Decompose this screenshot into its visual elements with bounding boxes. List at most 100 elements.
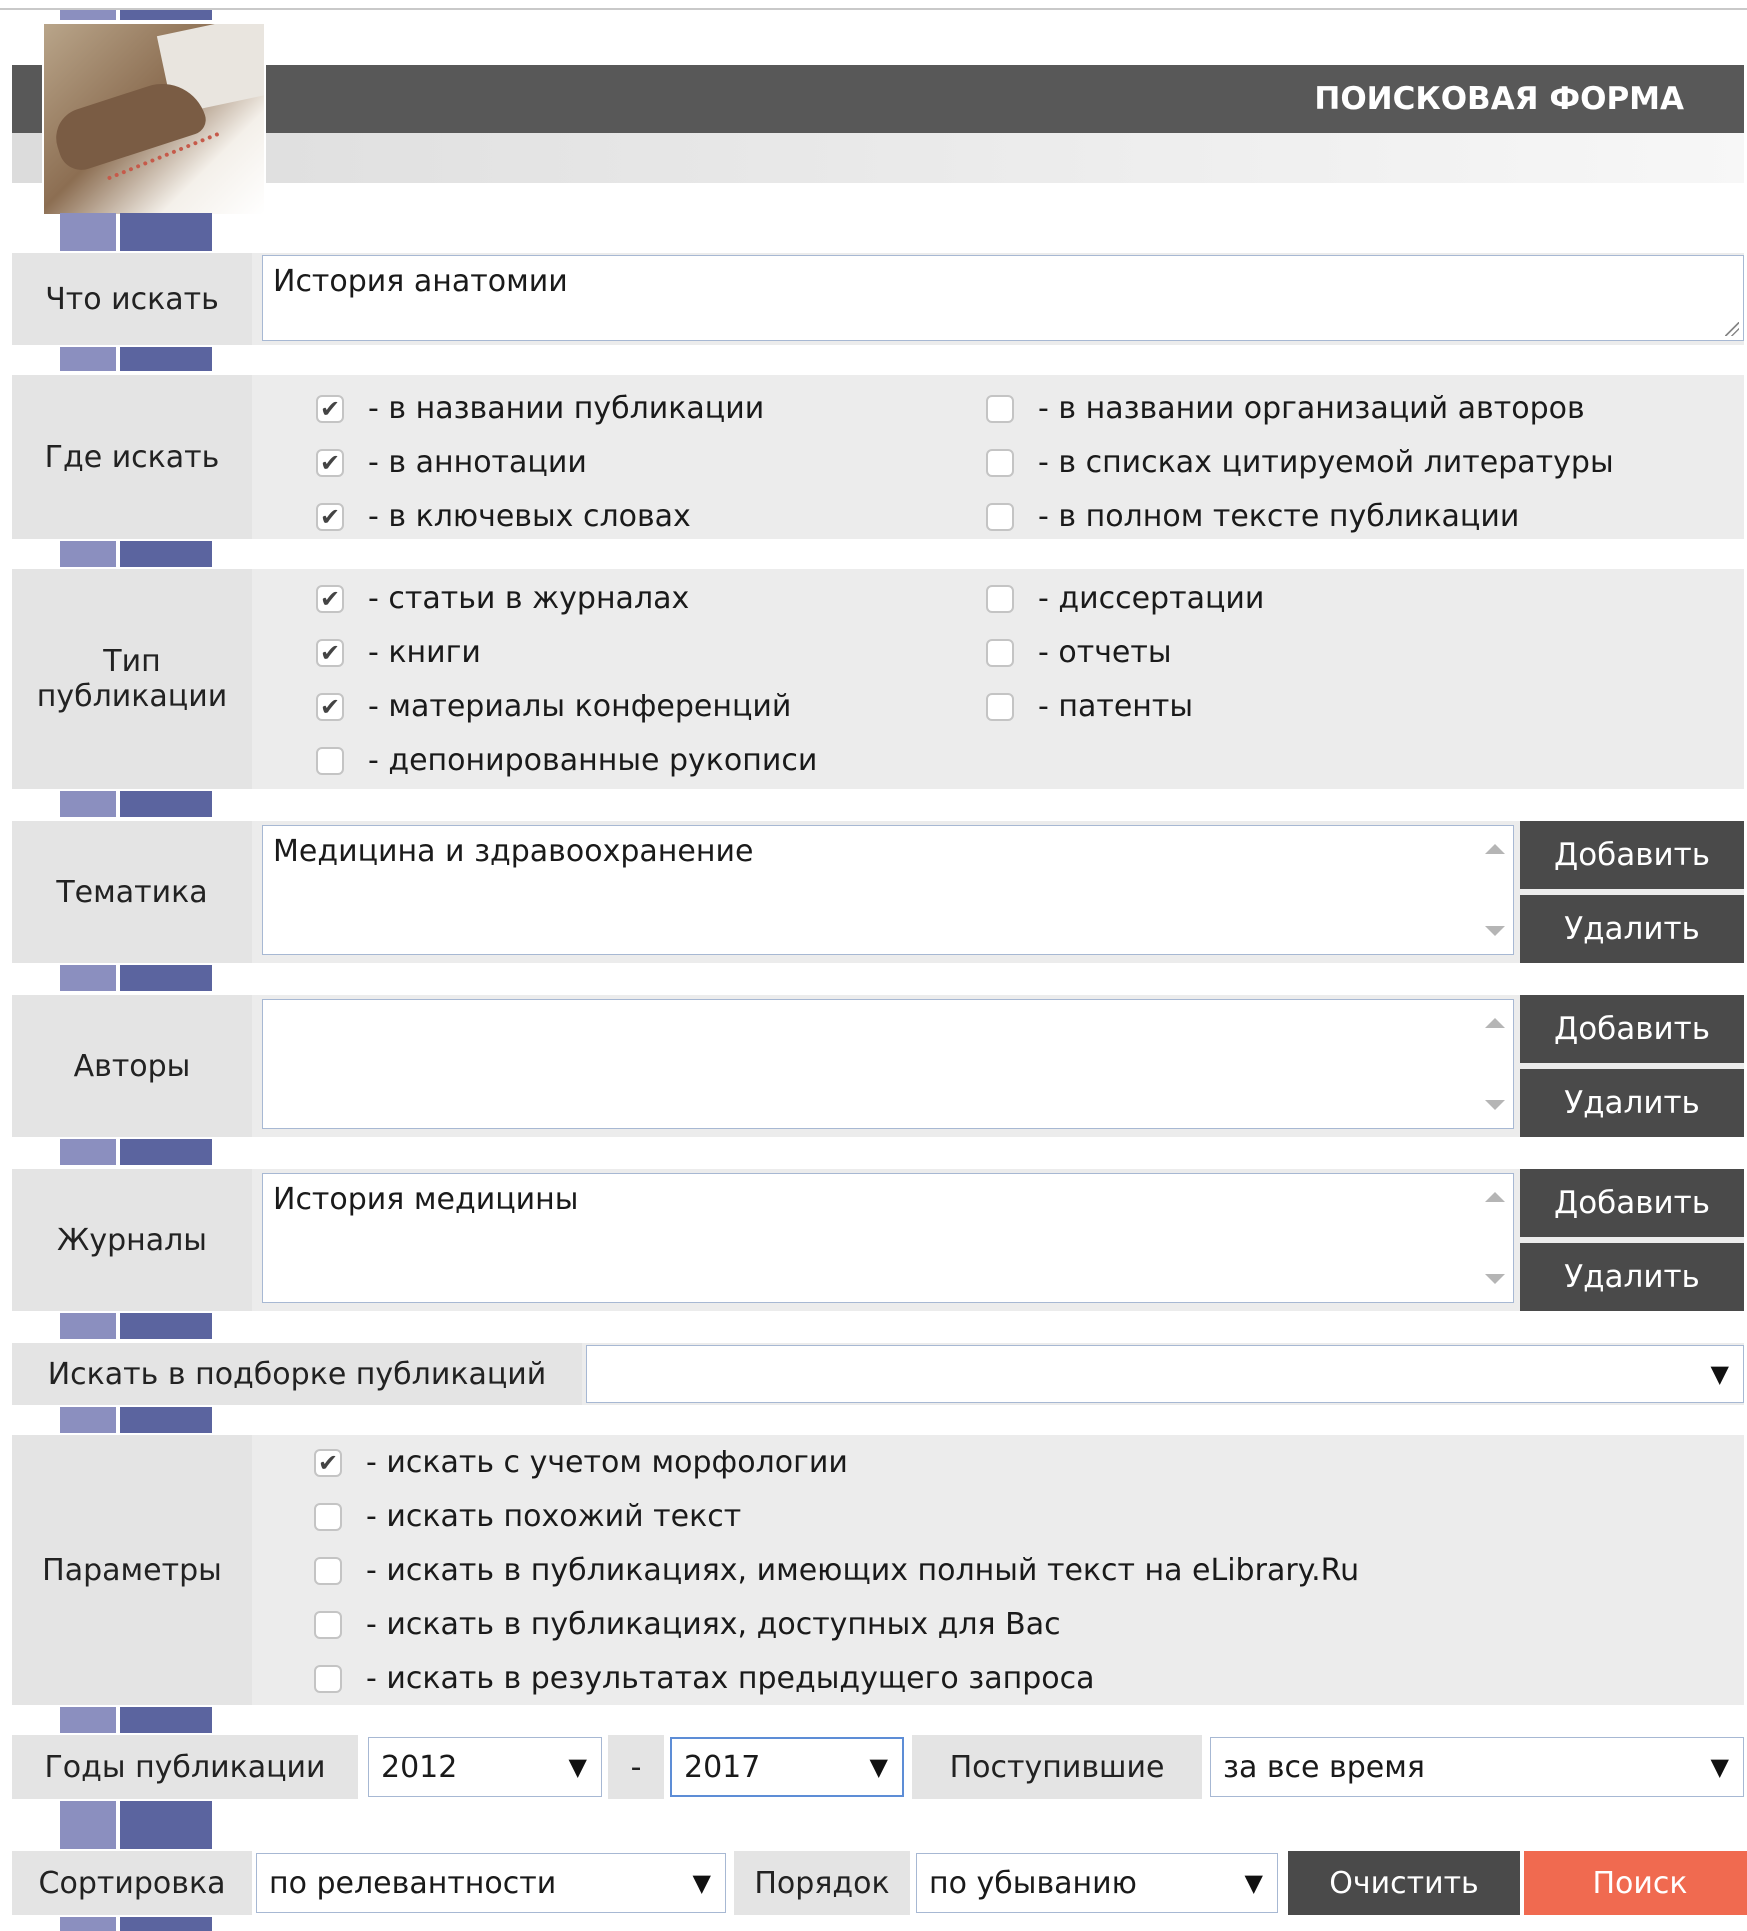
pubtype-label: Тип публикации — [12, 569, 252, 789]
topic-row: Тематика Медицина и здравоохранение Доба… — [12, 821, 1744, 963]
checkbox-unchecked-icon[interactable] — [314, 1556, 342, 1585]
checkbox-checked-icon[interactable]: ✔ — [314, 1448, 342, 1477]
scroll-up-icon[interactable] — [1485, 844, 1505, 854]
year-from-select[interactable]: 2012 ▼ — [368, 1737, 602, 1797]
spacer-decoration — [60, 791, 242, 817]
pubtype-option-books[interactable]: ✔ - книги — [316, 635, 481, 670]
checkbox-checked-icon[interactable]: ✔ — [316, 394, 344, 423]
checkbox-checked-icon[interactable]: ✔ — [316, 638, 344, 667]
query-value: История анатомии — [273, 264, 568, 299]
where-option-keywords[interactable]: ✔ - в ключевых словах — [316, 499, 691, 534]
top-border — [0, 8, 1747, 10]
checkbox-unchecked-icon[interactable] — [314, 1664, 342, 1693]
dropdown-arrow-icon: ▼ — [1710, 1753, 1729, 1781]
header-photo — [42, 22, 266, 216]
years-row: Годы публикации 2012 ▼ - 2017 ▼ Поступив… — [12, 1735, 1744, 1799]
topic-label: Тематика — [12, 821, 252, 963]
year-to-select[interactable]: 2017 ▼ — [670, 1737, 904, 1797]
checkbox-checked-icon[interactable]: ✔ — [316, 692, 344, 721]
checkbox-unchecked-icon[interactable] — [986, 584, 1014, 613]
spacer-decoration — [60, 1707, 242, 1733]
topic-add-button[interactable]: Добавить — [1520, 821, 1744, 889]
authors-row: Авторы Добавить Удалить — [12, 995, 1744, 1137]
query-input[interactable]: История анатомии — [262, 255, 1744, 341]
years-dash: - — [608, 1735, 664, 1799]
checkbox-unchecked-icon[interactable] — [986, 502, 1014, 531]
order-select[interactable]: по убыванию ▼ — [916, 1853, 1278, 1913]
query-row: Что искать История анатомии — [12, 253, 1744, 345]
authors-remove-button[interactable]: Удалить — [1520, 1069, 1744, 1137]
where-option-title[interactable]: ✔ - в названии публикации — [316, 391, 764, 426]
checkbox-checked-icon[interactable]: ✔ — [316, 448, 344, 477]
checkbox-unchecked-icon[interactable] — [986, 394, 1014, 423]
param-previous[interactable]: - искать в результатах предыдущего запро… — [314, 1661, 1094, 1696]
spacer-decoration — [60, 10, 242, 20]
spacer-decoration — [60, 541, 242, 567]
params-label: Параметры — [12, 1435, 252, 1705]
scroll-down-icon[interactable] — [1485, 1274, 1505, 1284]
pubtype-option-conferences[interactable]: ✔ - материалы конференций — [316, 689, 791, 724]
header-subbar — [12, 133, 1744, 183]
checkbox-unchecked-icon[interactable] — [986, 692, 1014, 721]
journals-add-button[interactable]: Добавить — [1520, 1169, 1744, 1237]
collection-select[interactable]: ▼ — [586, 1345, 1744, 1403]
journals-label: Журналы — [12, 1169, 252, 1311]
spacer-decoration — [60, 1801, 242, 1849]
params-row: Параметры ✔ - искать с учетом морфологии … — [12, 1435, 1744, 1705]
param-fulltext[interactable]: - искать в публикациях, имеющих полный т… — [314, 1553, 1359, 1588]
pubtype-option-dissertations[interactable]: - диссертации — [986, 581, 1264, 616]
pubtype-option-reports[interactable]: - отчеты — [986, 635, 1172, 670]
checkbox-checked-icon[interactable]: ✔ — [316, 584, 344, 613]
clear-button[interactable]: Очистить — [1288, 1851, 1520, 1915]
sorting-select[interactable]: по релевантности ▼ — [256, 1853, 726, 1913]
pubtype-option-patents[interactable]: - патенты — [986, 689, 1193, 724]
journals-remove-button[interactable]: Удалить — [1520, 1243, 1744, 1311]
received-select[interactable]: за все время ▼ — [1210, 1737, 1744, 1797]
sorting-row: Сортировка по релевантности ▼ Порядок по… — [12, 1851, 1747, 1915]
checkbox-unchecked-icon[interactable] — [986, 448, 1014, 477]
pubtype-row: Тип публикации ✔ - статьи в журналах ✔ - к… — [12, 569, 1744, 789]
header-bar: ПОИСКОВАЯ ФОРМА — [12, 65, 1744, 133]
where-option-fulltext[interactable]: - в полном тексте публикации — [986, 499, 1519, 534]
checkbox-unchecked-icon[interactable] — [314, 1502, 342, 1531]
authors-listbox[interactable] — [262, 999, 1514, 1129]
years-label: Годы публикации — [12, 1735, 358, 1799]
where-option-annotation[interactable]: ✔ - в аннотации — [316, 445, 587, 480]
spacer-decoration — [60, 1917, 242, 1931]
scroll-down-icon[interactable] — [1485, 926, 1505, 936]
topic-remove-button[interactable]: Удалить — [1520, 895, 1744, 963]
journals-row: Журналы История медицины Добавить Удалит… — [12, 1169, 1744, 1311]
where-row: Где искать ✔ - в названии публикации ✔ - в… — [12, 375, 1744, 539]
search-button[interactable]: Поиск — [1524, 1851, 1747, 1915]
spacer-decoration — [60, 1313, 242, 1339]
where-option-organizations[interactable]: - в названии организаций авторов — [986, 391, 1585, 426]
spacer-decoration — [60, 1139, 242, 1165]
topic-value: Медицина и здравоохранение — [273, 834, 754, 869]
scroll-up-icon[interactable] — [1485, 1192, 1505, 1202]
authors-add-button[interactable]: Добавить — [1520, 995, 1744, 1063]
journals-value: История медицины — [273, 1182, 579, 1217]
authors-label: Авторы — [12, 995, 252, 1137]
checkbox-unchecked-icon[interactable] — [316, 746, 344, 775]
spacer-decoration — [60, 213, 242, 251]
sorting-label: Сортировка — [12, 1851, 252, 1915]
resize-grip-icon[interactable] — [1725, 322, 1739, 336]
dropdown-arrow-icon: ▼ — [692, 1869, 711, 1897]
spacer-decoration — [60, 347, 242, 371]
scroll-up-icon[interactable] — [1485, 1018, 1505, 1028]
checkbox-checked-icon[interactable]: ✔ — [316, 502, 344, 531]
where-option-references[interactable]: - в списках цитируемой литературы — [986, 445, 1614, 480]
journals-listbox[interactable]: История медицины — [262, 1173, 1514, 1303]
collection-label: Искать в подборке публикаций — [12, 1343, 582, 1405]
scroll-down-icon[interactable] — [1485, 1100, 1505, 1110]
topic-listbox[interactable]: Медицина и здравоохранение — [262, 825, 1514, 955]
param-similar[interactable]: - искать похожий текст — [314, 1499, 741, 1534]
param-morphology[interactable]: ✔ - искать с учетом морфологии — [314, 1445, 848, 1480]
pubtype-option-articles[interactable]: ✔ - статьи в журналах — [316, 581, 689, 616]
param-available[interactable]: - искать в публикациях, доступных для Ва… — [314, 1607, 1061, 1642]
dropdown-arrow-icon: ▼ — [568, 1753, 587, 1781]
checkbox-unchecked-icon[interactable] — [314, 1610, 342, 1639]
pubtype-option-deposited[interactable]: - депонированные рукописи — [316, 743, 817, 778]
where-label: Где искать — [12, 375, 252, 539]
checkbox-unchecked-icon[interactable] — [986, 638, 1014, 667]
